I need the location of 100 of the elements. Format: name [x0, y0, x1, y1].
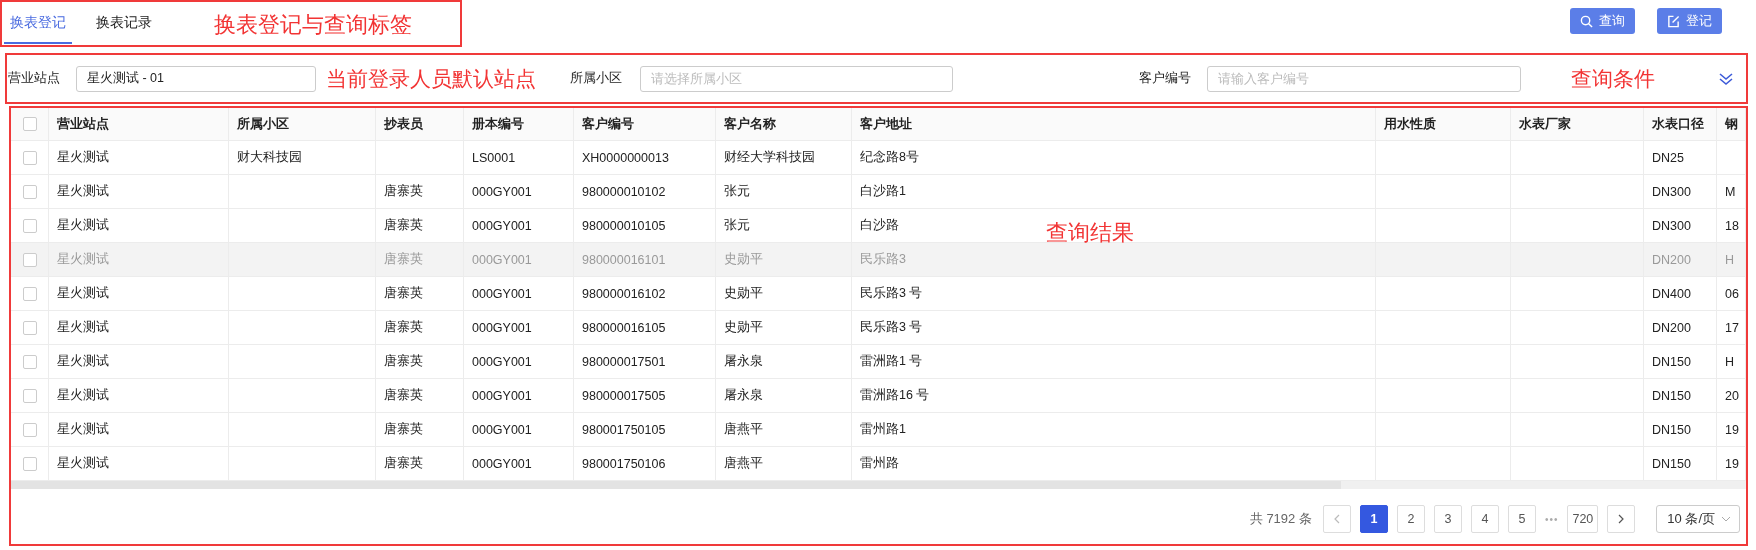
- table-cell: 980000017505: [582, 388, 666, 403]
- page-button[interactable]: 1: [1359, 505, 1388, 533]
- table-cell: 19: [1725, 456, 1739, 471]
- table-cell: 980000010102: [582, 184, 666, 199]
- table-cell: 唐寨英: [384, 421, 423, 438]
- total-count: 共 7192 条: [1249, 510, 1312, 528]
- table-cell: DN150: [1652, 388, 1691, 403]
- expand-icon[interactable]: [1718, 71, 1734, 86]
- checkbox[interactable]: [22, 354, 37, 369]
- checkbox[interactable]: [22, 252, 37, 267]
- page-button[interactable]: 4: [1470, 505, 1499, 533]
- input-field[interactable]: 请选择所属小区: [640, 65, 953, 92]
- register-button[interactable]: 登记: [1657, 8, 1722, 34]
- checkbox[interactable]: [22, 320, 37, 335]
- page-button[interactable]: 720: [1567, 505, 1599, 533]
- table-cell: 唐寨英: [384, 251, 423, 268]
- column-header: 客户名称: [716, 108, 852, 140]
- table-cell: 980000016102: [582, 286, 666, 301]
- table-cell: 张元: [724, 183, 750, 200]
- input-field[interactable]: 请输入客户编号: [1207, 65, 1521, 92]
- checkbox[interactable]: [22, 184, 37, 199]
- table-cell: 民乐路3: [860, 251, 906, 268]
- tab[interactable]: 换表记录: [90, 2, 158, 44]
- checkbox[interactable]: [22, 117, 37, 131]
- table-cell: DN400: [1652, 286, 1691, 301]
- table-cell: 18: [1725, 218, 1739, 233]
- table-cell: DN200: [1652, 252, 1691, 267]
- table-cell: DN200: [1652, 320, 1691, 335]
- page-button[interactable]: 3: [1433, 505, 1462, 533]
- table-cell: H: [1725, 354, 1735, 369]
- table-cell: 17: [1725, 320, 1739, 335]
- search-button[interactable]: 查询: [1570, 8, 1635, 34]
- table-cell: 张元: [724, 217, 750, 234]
- table-cell: 民乐路3 号: [860, 319, 923, 336]
- chevron-left-icon: [1332, 514, 1341, 524]
- table-cell: H: [1725, 252, 1735, 267]
- table-cell: 雷洲路16 号: [860, 387, 930, 404]
- search-icon: [1580, 14, 1593, 28]
- table-cell: 980000017501: [582, 354, 666, 369]
- table-cell: 19: [1725, 422, 1739, 437]
- table-cell: 000GY001: [472, 354, 532, 369]
- table-cell: 史勋平: [724, 319, 763, 336]
- table-cell: DN150: [1652, 456, 1691, 471]
- table-cell: 白沙路: [860, 217, 899, 234]
- table-cell: XH0000000013: [582, 150, 669, 165]
- table-cell: M: [1725, 184, 1736, 199]
- table-cell: 星火测试: [57, 217, 109, 234]
- table-cell: 980001750106: [582, 456, 666, 471]
- table-cell: 雷洲路1 号: [860, 353, 923, 370]
- table-cell: 唐寨英: [384, 217, 423, 234]
- table-cell: 史勋平: [724, 285, 763, 302]
- table-cell: 000GY001: [472, 422, 532, 437]
- prev-page-button[interactable]: [1322, 505, 1351, 533]
- table-cell: 星火测试: [57, 149, 109, 166]
- table-cell: 唐燕平: [724, 421, 763, 438]
- table-cell: 980000016101: [582, 252, 666, 267]
- table-cell: 屠永泉: [724, 387, 763, 404]
- table-cell: 屠永泉: [724, 353, 763, 370]
- scrollbar-thumb[interactable]: [11, 481, 1341, 489]
- page-button[interactable]: 5: [1507, 505, 1536, 533]
- column-header: 营业站点: [49, 108, 229, 140]
- checkbox[interactable]: [22, 218, 37, 233]
- table-cell: 星火测试: [57, 251, 109, 268]
- checkbox[interactable]: [22, 286, 37, 301]
- table-cell: 20: [1725, 388, 1739, 403]
- table-cell: 星火测试: [57, 183, 109, 200]
- checkbox[interactable]: [22, 422, 37, 437]
- page-size-select[interactable]: 10 条/页: [1656, 505, 1740, 533]
- column-header: 抄表员: [376, 108, 464, 140]
- table-cell: 000GY001: [472, 184, 532, 199]
- column-header: 所属小区: [229, 108, 376, 140]
- column-header: 水表厂家: [1511, 108, 1644, 140]
- caret-icon: [1721, 516, 1731, 522]
- table-cell: 纪念路8号: [860, 149, 919, 166]
- table-cell: 雷州路1: [860, 421, 906, 438]
- next-page-button[interactable]: [1607, 505, 1636, 533]
- table-cell: 唐寨英: [384, 455, 423, 472]
- column-header: 水表口径: [1644, 108, 1717, 140]
- table-cell: 唐寨英: [384, 319, 423, 336]
- edit-icon: [1667, 14, 1680, 28]
- column-header: 用水性质: [1376, 108, 1511, 140]
- table-cell: 000GY001: [472, 218, 532, 233]
- tab[interactable]: 换表登记: [4, 2, 72, 44]
- checkbox[interactable]: [22, 456, 37, 471]
- table-cell: 000GY001: [472, 320, 532, 335]
- table-cell: 唐寨英: [384, 353, 423, 370]
- select-field[interactable]: 星火测试 - 01: [76, 65, 316, 92]
- checkbox[interactable]: [22, 150, 37, 165]
- page-ellipsis: •••: [1544, 513, 1559, 525]
- table-cell: 980000010105: [582, 218, 666, 233]
- table-cell: 唐寨英: [384, 285, 423, 302]
- table-cell: 980000016105: [582, 320, 666, 335]
- table-cell: 星火测试: [57, 285, 109, 302]
- table-cell: 白沙路1: [860, 183, 906, 200]
- checkbox[interactable]: [22, 388, 37, 403]
- chevron-right-icon: [1617, 514, 1626, 524]
- table-cell: 史勋平: [724, 251, 763, 268]
- page-button[interactable]: 2: [1396, 505, 1425, 533]
- table-cell: 星火测试: [57, 387, 109, 404]
- table-cell: DN150: [1652, 422, 1691, 437]
